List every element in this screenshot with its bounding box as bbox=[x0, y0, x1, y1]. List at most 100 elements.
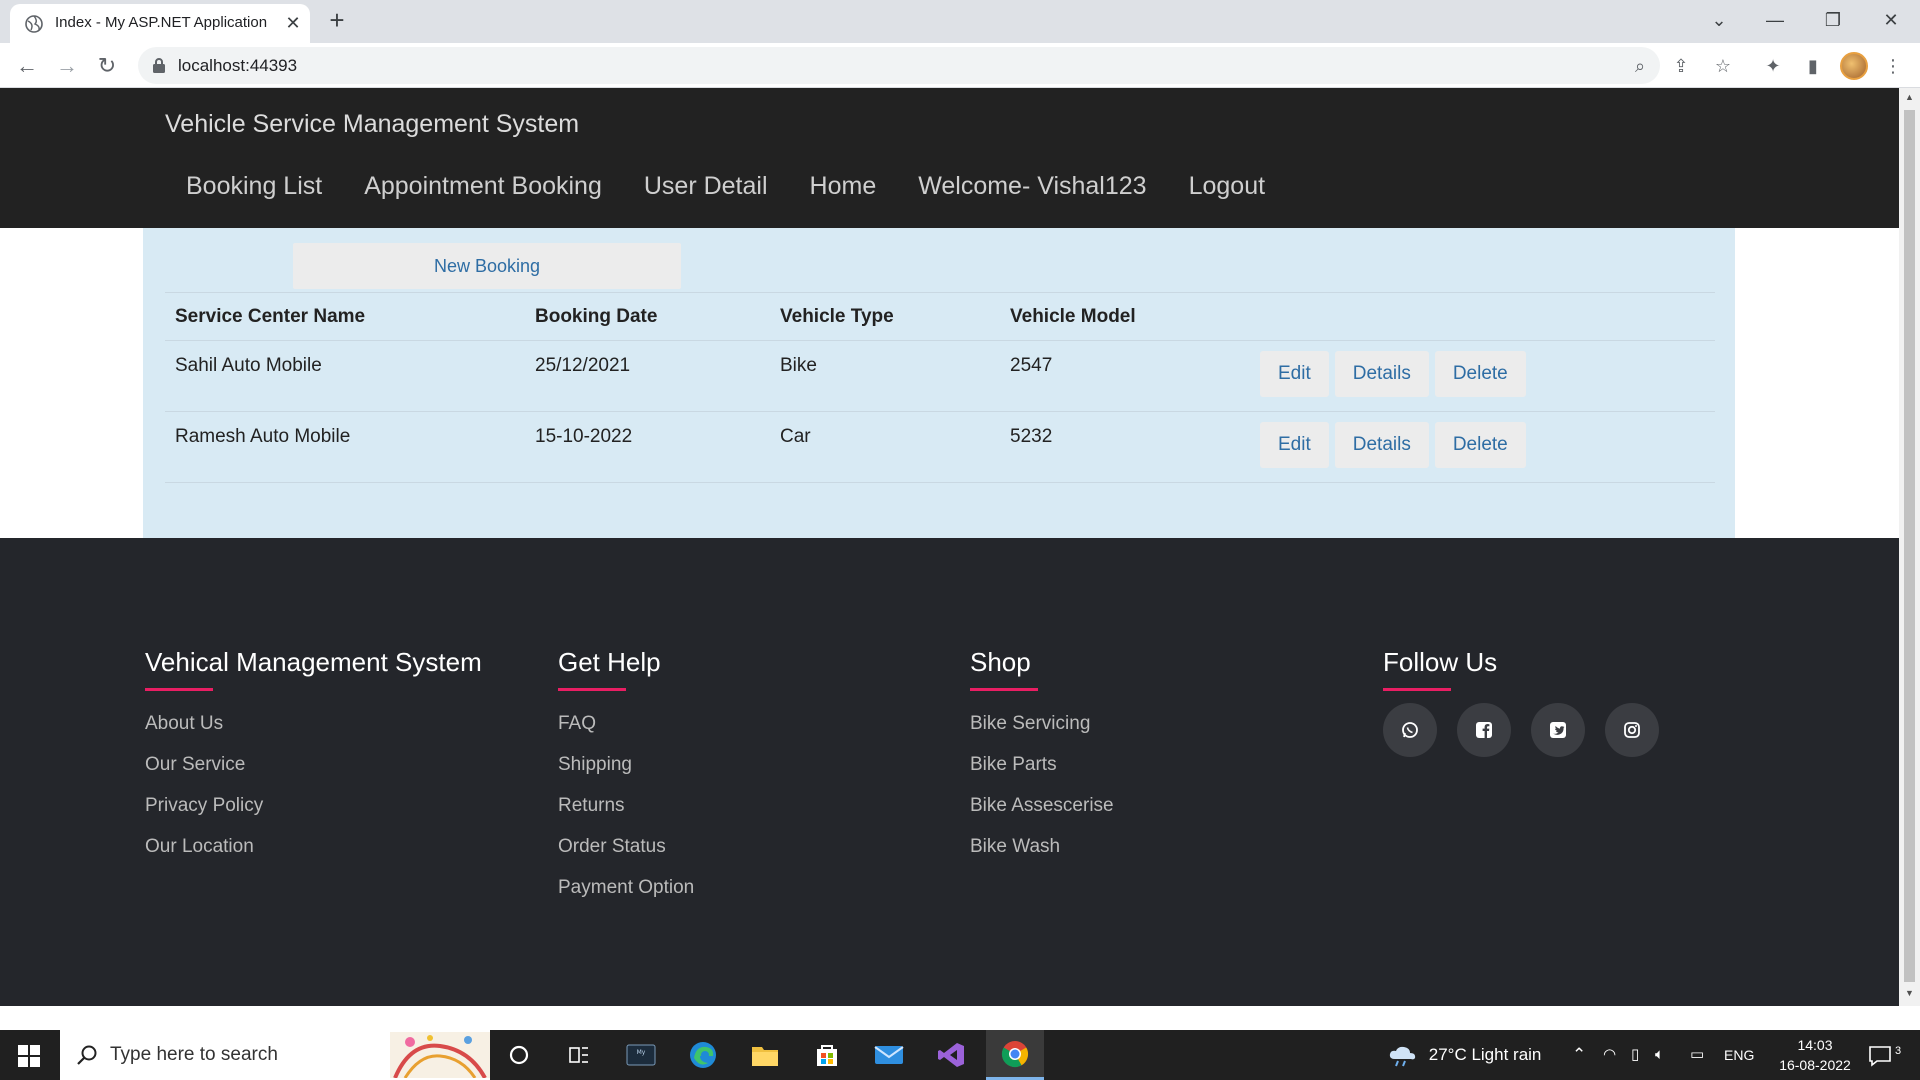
tab-close-icon[interactable]: ✕ bbox=[282, 12, 304, 34]
table-row: Sahil Auto Mobile 25/12/2021 Bike 2547 E… bbox=[165, 340, 1715, 412]
nav-logout[interactable]: Logout bbox=[1168, 172, 1286, 201]
back-button[interactable]: ← bbox=[12, 51, 42, 81]
windows-taskbar: Type here to search My 27°C Light rain ⌃… bbox=[0, 1030, 1920, 1080]
volume-icon[interactable]: 🔈︎ bbox=[1655, 1030, 1664, 1080]
show-hidden-icons-chevron-icon[interactable]: ⌃ bbox=[1572, 1030, 1586, 1080]
edge-browser-icon[interactable] bbox=[674, 1030, 732, 1080]
scroll-up-arrow-icon[interactable]: ▲ bbox=[1903, 92, 1916, 104]
footer-col-about: Vehical Management System About Us Our S… bbox=[145, 647, 482, 867]
battery-icon[interactable]: ▭ bbox=[1690, 1030, 1704, 1080]
tab-search-chevron-icon[interactable]: ⌄ bbox=[1704, 6, 1734, 34]
wifi-icon[interactable]: ◠ bbox=[1603, 1030, 1616, 1080]
minimize-button[interactable]: — bbox=[1760, 6, 1790, 34]
footer-col-help: Get Help FAQ Shipping Returns Order Stat… bbox=[558, 647, 694, 908]
footer-link-our-service[interactable]: Our Service bbox=[145, 744, 482, 785]
address-bar[interactable]: localhost:44393 ⌕ bbox=[138, 47, 1660, 84]
delete-button[interactable]: Delete bbox=[1434, 422, 1526, 468]
cell-booking-date: 25/12/2021 bbox=[525, 340, 770, 412]
browser-tab[interactable]: Index - My ASP.NET Application ✕ bbox=[10, 4, 310, 43]
footer-link-bike-assescerise[interactable]: Bike Assescerise bbox=[970, 785, 1114, 826]
footer-col-follow: Follow Us bbox=[1383, 647, 1659, 757]
heading-underline bbox=[970, 688, 1038, 691]
zoom-icon[interactable]: ⌕ bbox=[1628, 54, 1652, 78]
windows-start-icon[interactable] bbox=[18, 1045, 40, 1067]
device-icon[interactable]: ▯ bbox=[1631, 1030, 1639, 1080]
system-clock[interactable]: 14:03 16-08-2022 bbox=[1765, 1035, 1865, 1075]
facebook-icon[interactable] bbox=[1457, 703, 1511, 757]
site-brand[interactable]: Vehicle Service Management System bbox=[165, 110, 579, 139]
column-header: Vehicle Type bbox=[770, 292, 1000, 341]
cell-vehicle-model: 5232 bbox=[1000, 411, 1250, 483]
forward-button[interactable]: → bbox=[52, 51, 82, 81]
weather-widget[interactable]: 27°C Light rain bbox=[1388, 1030, 1541, 1080]
close-window-button[interactable]: ✕ bbox=[1876, 6, 1906, 34]
heading-underline bbox=[558, 688, 626, 691]
mysql-workbench-icon[interactable]: My bbox=[612, 1030, 670, 1080]
task-view-icon[interactable] bbox=[550, 1030, 608, 1080]
share-icon[interactable]: ⇪ bbox=[1668, 53, 1694, 79]
edit-button[interactable]: Edit bbox=[1260, 351, 1329, 397]
column-header: Service Center Name bbox=[165, 292, 525, 341]
twitter-icon[interactable] bbox=[1531, 703, 1585, 757]
weather-text: 27°C Light rain bbox=[1428, 1045, 1542, 1064]
footer-heading: Get Help bbox=[558, 647, 661, 677]
file-explorer-icon[interactable] bbox=[736, 1030, 794, 1080]
footer-link-bike-parts[interactable]: Bike Parts bbox=[970, 744, 1114, 785]
nav-welcome-user[interactable]: Welcome- Vishal123 bbox=[897, 172, 1167, 201]
side-panel-icon[interactable]: ▮ bbox=[1800, 53, 1826, 79]
visual-studio-icon[interactable] bbox=[922, 1030, 980, 1080]
microsoft-store-icon[interactable] bbox=[798, 1030, 856, 1080]
search-highlight-illustration bbox=[390, 1032, 490, 1078]
scrollbar-thumb[interactable] bbox=[1904, 110, 1915, 982]
footer-link-order-status[interactable]: Order Status bbox=[558, 826, 694, 867]
cell-actions: Edit Details Delete bbox=[1250, 411, 1715, 483]
site-footer: Vehical Management System About Us Our S… bbox=[0, 538, 1899, 1006]
restore-button[interactable]: ❐ bbox=[1818, 6, 1848, 34]
cortana-icon[interactable] bbox=[490, 1030, 548, 1080]
instagram-icon[interactable] bbox=[1605, 703, 1659, 757]
details-button[interactable]: Details bbox=[1334, 422, 1429, 468]
nav-booking-list[interactable]: Booking List bbox=[165, 172, 343, 201]
browser-tab-bar: Index - My ASP.NET Application ✕ + ⌄ — ❐… bbox=[0, 0, 1920, 43]
bookmark-star-icon[interactable]: ☆ bbox=[1710, 53, 1736, 79]
table-row: Ramesh Auto Mobile 15-10-2022 Car 5232 E… bbox=[165, 411, 1715, 483]
cell-vehicle-type: Bike bbox=[770, 340, 1000, 412]
details-button[interactable]: Details bbox=[1334, 351, 1429, 397]
new-tab-button[interactable]: + bbox=[323, 6, 351, 34]
extensions-icon[interactable]: ✦ bbox=[1760, 53, 1786, 79]
footer-link-bike-servicing[interactable]: Bike Servicing bbox=[970, 703, 1114, 744]
footer-heading: Shop bbox=[970, 647, 1031, 677]
reload-button[interactable]: ↻ bbox=[92, 51, 122, 81]
delete-button[interactable]: Delete bbox=[1434, 351, 1526, 397]
heading-underline bbox=[145, 688, 213, 691]
new-booking-button[interactable]: New Booking bbox=[293, 243, 681, 289]
nav-home[interactable]: Home bbox=[789, 172, 898, 201]
footer-link-about-us[interactable]: About Us bbox=[145, 703, 482, 744]
nav-appointment-booking[interactable]: Appointment Booking bbox=[343, 172, 623, 201]
cell-booking-date: 15-10-2022 bbox=[525, 411, 770, 483]
profile-avatar[interactable] bbox=[1840, 52, 1868, 80]
footer-link-privacy-policy[interactable]: Privacy Policy bbox=[145, 785, 482, 826]
url-text: localhost:44393 bbox=[178, 56, 298, 75]
chrome-icon[interactable] bbox=[986, 1030, 1044, 1080]
scroll-down-arrow-icon[interactable]: ▼ bbox=[1903, 988, 1916, 1000]
table-end-row bbox=[165, 482, 1715, 511]
column-header-actions bbox=[1250, 292, 1715, 341]
footer-link-returns[interactable]: Returns bbox=[558, 785, 694, 826]
taskbar-search-box[interactable]: Type here to search bbox=[60, 1030, 490, 1080]
language-indicator[interactable]: ENG bbox=[1724, 1030, 1754, 1080]
notification-center-icon[interactable]: 3 bbox=[1868, 1030, 1908, 1080]
edit-button[interactable]: Edit bbox=[1260, 422, 1329, 468]
menu-kebab-icon[interactable]: ⋮ bbox=[1880, 53, 1906, 79]
footer-link-shipping[interactable]: Shipping bbox=[558, 744, 694, 785]
footer-link-faq[interactable]: FAQ bbox=[558, 703, 694, 744]
nav-user-detail[interactable]: User Detail bbox=[623, 172, 789, 201]
page-scrollbar[interactable]: ▲ ▼ bbox=[1899, 88, 1920, 1006]
mail-icon[interactable] bbox=[860, 1030, 918, 1080]
whatsapp-icon[interactable] bbox=[1383, 703, 1437, 757]
footer-link-payment-option[interactable]: Payment Option bbox=[558, 867, 694, 908]
footer-link-our-location[interactable]: Our Location bbox=[145, 826, 482, 867]
cell-vehicle-model: 2547 bbox=[1000, 340, 1250, 412]
column-header: Booking Date bbox=[525, 292, 770, 341]
footer-link-bike-wash[interactable]: Bike Wash bbox=[970, 826, 1114, 867]
